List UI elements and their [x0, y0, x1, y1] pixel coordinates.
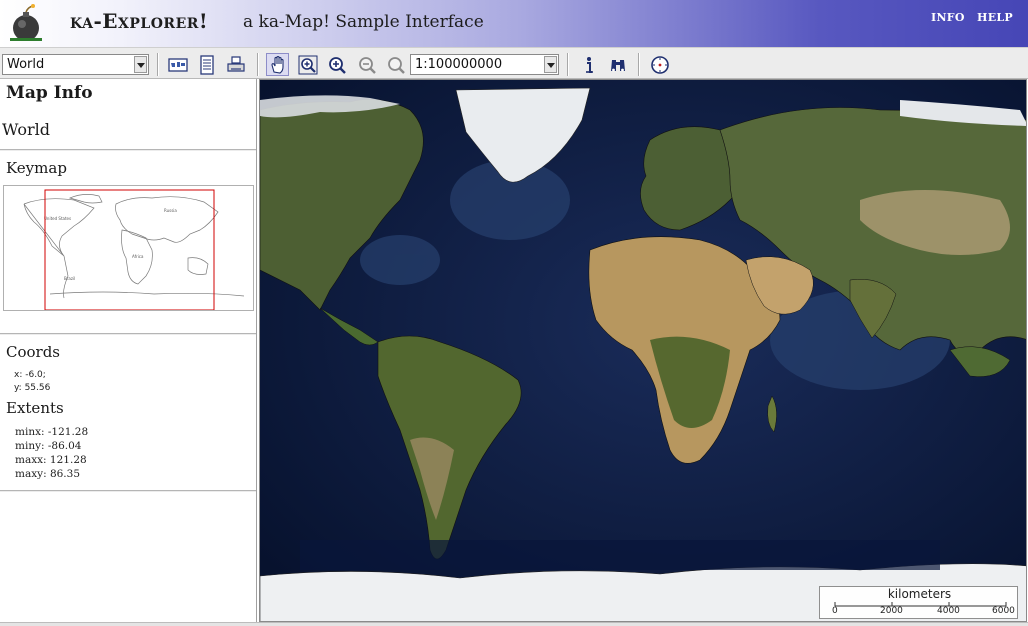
- app-header: ka-Explorer! a ka-Map! Sample Interface …: [0, 0, 1028, 47]
- keymap[interactable]: United States Russia Africa Brazil: [3, 185, 254, 311]
- section-divider: [0, 490, 256, 492]
- chevron-down-icon[interactable]: [134, 56, 147, 73]
- sidebar: Map Info World Keymap United States Russ…: [0, 79, 257, 622]
- reference-map-icon: [167, 57, 188, 72]
- compass-icon: [650, 55, 669, 74]
- toolbar-divider: [257, 53, 259, 76]
- compass-button[interactable]: [648, 53, 671, 76]
- scalebar-line: [834, 602, 1007, 607]
- scale-select[interactable]: 1:100000000: [410, 54, 559, 75]
- map-select-value: World: [7, 57, 45, 72]
- app-subtitle: a ka-Map! Sample Interface: [243, 12, 484, 32]
- map-select[interactable]: World: [2, 54, 149, 75]
- section-divider: [0, 333, 256, 335]
- extents-heading: Extents: [6, 399, 64, 417]
- toolbar-divider: [567, 53, 569, 76]
- coord-y: y: 55.56: [14, 383, 51, 393]
- query-info-button[interactable]: [577, 53, 600, 76]
- toolbar-divider: [638, 53, 640, 76]
- print-button[interactable]: [224, 53, 247, 76]
- zoom-extent-button[interactable]: [384, 53, 407, 76]
- zoom-out-icon: [358, 56, 376, 74]
- info-link[interactable]: INFO: [931, 11, 965, 24]
- coords-heading: Coords: [6, 343, 61, 361]
- print-icon: [226, 55, 245, 72]
- legend-button[interactable]: [195, 53, 218, 76]
- extent-minx: minx: -121.28: [15, 426, 89, 438]
- toolbar-divider: [157, 53, 159, 76]
- pan-hand-icon: [270, 55, 284, 74]
- search-binoculars-icon: [610, 59, 625, 71]
- svg-text:Africa: Africa: [132, 254, 144, 259]
- world-satellite-map: [260, 80, 1026, 621]
- reference-map-button[interactable]: [166, 53, 189, 76]
- pan-button[interactable]: [266, 53, 289, 76]
- map-name: World: [2, 120, 50, 139]
- scale-select-value: 1:100000000: [415, 57, 503, 72]
- scalebar: kilometers 0 2000 4000 6000: [819, 586, 1018, 619]
- svg-text:Brazil: Brazil: [64, 276, 75, 281]
- zoom-box-button[interactable]: [296, 53, 319, 76]
- chevron-down-icon[interactable]: [544, 56, 557, 73]
- extent-maxy: maxy: 86.35: [15, 468, 81, 480]
- zoom-in-button[interactable]: [325, 53, 348, 76]
- extent-maxx: maxx: 121.28: [15, 454, 87, 466]
- scalebar-tick: 2000: [880, 606, 903, 616]
- coord-x: x: -6.0;: [14, 370, 46, 380]
- bomb-logo-icon: [6, 3, 46, 43]
- search-button[interactable]: [606, 53, 629, 76]
- keymap-heading: Keymap: [6, 159, 67, 177]
- map-viewport[interactable]: [259, 79, 1027, 622]
- map-info-heading: Map Info: [6, 83, 93, 103]
- zoom-in-icon: [328, 56, 346, 74]
- keymap-world-outline: United States Russia Africa Brazil: [23, 189, 245, 310]
- keymap-extent-box[interactable]: [44, 189, 215, 310]
- svg-text:United States: United States: [44, 216, 71, 221]
- toolbar: World 1:100000000: [0, 47, 1028, 79]
- extent-miny: miny: -86.04: [15, 440, 82, 452]
- zoom-extent-icon: [387, 56, 405, 74]
- query-info-icon: [585, 56, 593, 73]
- zoom-box-icon: [298, 55, 317, 74]
- scalebar-tick: 0: [832, 606, 838, 616]
- status-strip: [0, 622, 1028, 626]
- app-title: ka-Explorer!: [70, 9, 209, 33]
- zoom-out-button[interactable]: [355, 53, 378, 76]
- scalebar-tick: 4000: [937, 606, 960, 616]
- scalebar-tick: 6000: [992, 606, 1015, 616]
- section-divider: [0, 149, 256, 151]
- legend-icon: [199, 54, 214, 75]
- svg-text:Russia: Russia: [164, 208, 177, 213]
- help-link[interactable]: HELP: [977, 11, 1013, 24]
